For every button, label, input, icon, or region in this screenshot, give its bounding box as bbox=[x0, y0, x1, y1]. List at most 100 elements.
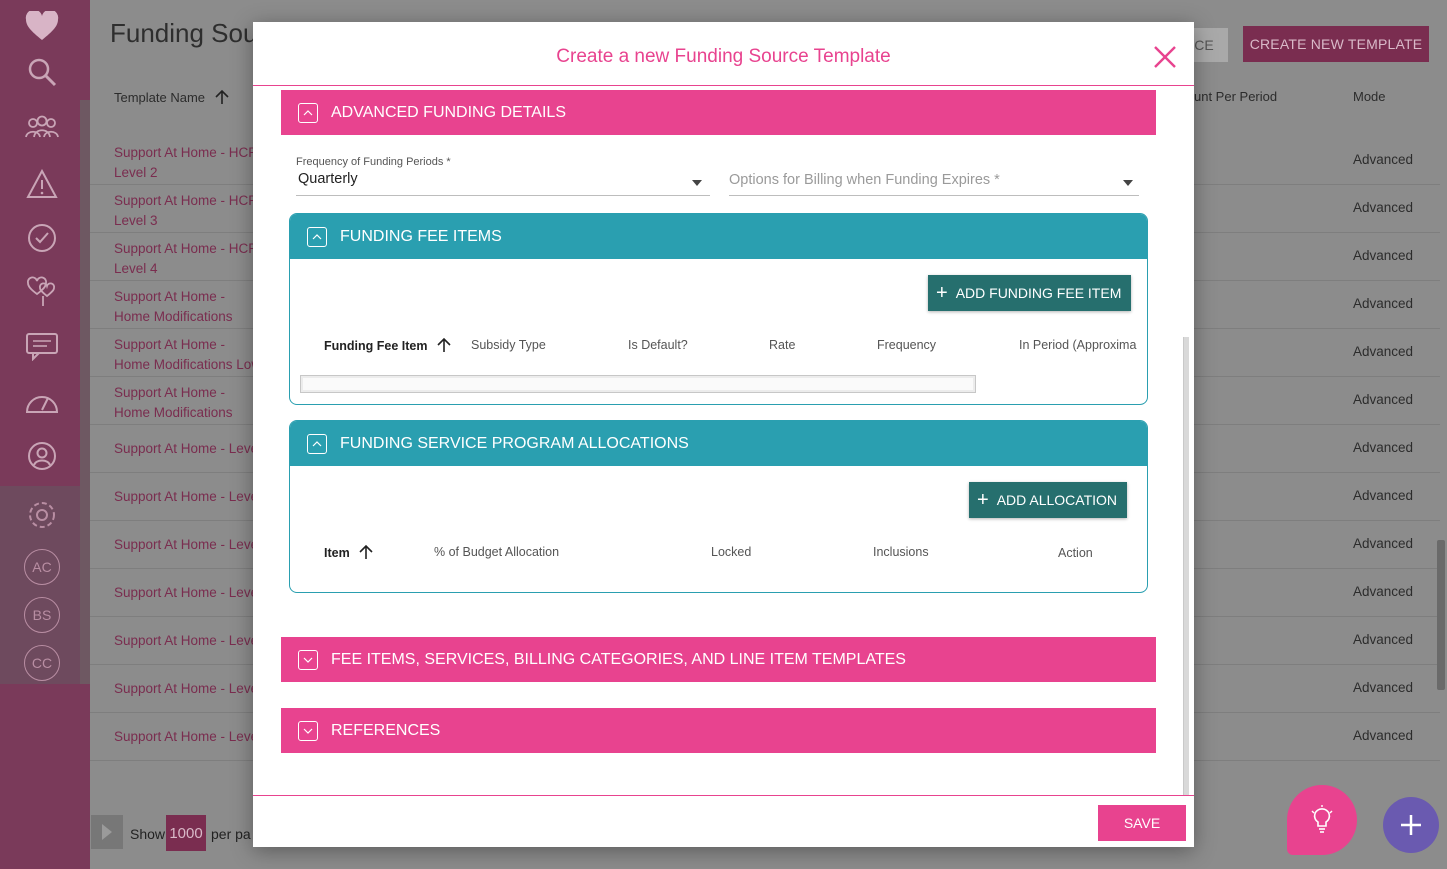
template-name-cell[interactable]: Support At Home - HCP Level 4 bbox=[114, 239, 264, 279]
column-header-funding-fee-item[interactable]: Funding Fee Item bbox=[324, 337, 451, 353]
add-allocation-button[interactable]: + ADD ALLOCATION bbox=[969, 482, 1128, 518]
column-header-item[interactable]: Item bbox=[324, 544, 373, 560]
create-funding-source-template-dialog: Create a new Funding Source Template ADV… bbox=[253, 22, 1194, 847]
add-fab-button[interactable] bbox=[1383, 797, 1439, 853]
avatar-initials: CC bbox=[31, 655, 53, 671]
dialog-scrollbar[interactable] bbox=[1183, 337, 1189, 795]
dialog-title: Create a new Funding Source Template bbox=[556, 46, 891, 67]
section-fee-items-services-billing[interactable]: FEE ITEMS, SERVICES, BILLING CATEGORIES,… bbox=[281, 637, 1156, 682]
section-title: REFERENCES bbox=[331, 721, 441, 739]
template-name-cell[interactable]: Support At Home - Leve bbox=[114, 487, 264, 507]
column-header-subsidy-type[interactable]: Subsidy Type bbox=[471, 338, 546, 352]
funding-service-program-allocations-panel: FUNDING SERVICE PROGRAM ALLOCATIONS + AD… bbox=[289, 420, 1148, 593]
dashboard-gauge-icon[interactable] bbox=[22, 382, 62, 422]
dialog-header: Create a new Funding Source Template bbox=[253, 22, 1194, 86]
chevron-up-icon bbox=[307, 433, 327, 454]
template-name-cell[interactable]: Support At Home - Leve bbox=[114, 727, 264, 747]
page-title: Funding Sour bbox=[110, 18, 267, 48]
mode-cell: Advanced bbox=[1353, 248, 1414, 263]
mode-cell: Advanced bbox=[1353, 296, 1414, 311]
column-header-inclusions[interactable]: Inclusions bbox=[873, 545, 929, 559]
section-title: ADVANCED FUNDING DETAILS bbox=[331, 103, 566, 121]
chevron-up-icon bbox=[298, 102, 318, 123]
column-header-rate[interactable]: Rate bbox=[769, 338, 795, 352]
section-references[interactable]: REFERENCES bbox=[281, 708, 1156, 753]
template-name-cell[interactable]: Support At Home - Home Modifications Med… bbox=[114, 383, 264, 423]
mode-cell: Advanced bbox=[1353, 200, 1414, 215]
field-label: Frequency of Funding Periods * bbox=[296, 156, 451, 168]
page-scrollbar[interactable] bbox=[1437, 540, 1445, 690]
template-name-cell[interactable]: Support At Home - Leve bbox=[114, 631, 264, 651]
template-name-cell[interactable]: Support At Home - Leve bbox=[114, 679, 264, 699]
settings-gear-icon[interactable] bbox=[22, 495, 62, 535]
chevron-down-icon bbox=[298, 720, 318, 741]
column-header-label: Item bbox=[324, 546, 350, 560]
column-header-amount-per-period[interactable]: unt Per Period bbox=[1194, 89, 1277, 104]
mode-cell: Advanced bbox=[1353, 488, 1414, 503]
pager-toggle-button[interactable] bbox=[91, 815, 123, 849]
section-title: FUNDING FEE ITEMS bbox=[340, 227, 502, 245]
chevron-down-icon bbox=[692, 180, 702, 186]
sort-ascending-icon bbox=[359, 544, 373, 559]
template-name-cell[interactable]: Support At Home - Leve bbox=[114, 535, 264, 555]
mode-cell: Advanced bbox=[1353, 728, 1414, 743]
billing-options-when-funding-expires-select[interactable]: Options for Billing when Funding Expires… bbox=[729, 172, 1139, 196]
column-header-mode[interactable]: Mode bbox=[1353, 89, 1386, 104]
avatar-initials: AC bbox=[32, 559, 52, 575]
close-icon[interactable] bbox=[1152, 44, 1178, 70]
table-horizontal-scrollbar[interactable] bbox=[300, 375, 976, 393]
button-label: ADD ALLOCATION bbox=[996, 492, 1118, 508]
play-icon bbox=[102, 824, 112, 840]
allocations-header[interactable]: FUNDING SERVICE PROGRAM ALLOCATIONS bbox=[290, 421, 1147, 466]
template-name-cell[interactable]: Support At Home - Home Modifications Hig… bbox=[114, 287, 264, 327]
add-funding-fee-item-button[interactable]: + ADD FUNDING FEE ITEM bbox=[928, 275, 1132, 311]
frequency-of-funding-periods-select[interactable]: Frequency of Funding Periods * Quarterly bbox=[296, 156, 710, 196]
save-button[interactable]: SAVE bbox=[1098, 805, 1186, 841]
sidebar: AC BS CC bbox=[0, 0, 90, 869]
mode-cell: Advanced bbox=[1353, 536, 1414, 551]
funding-fee-items-panel: FUNDING FEE ITEMS + ADD FUNDING FEE ITEM… bbox=[289, 213, 1148, 405]
profile-icon[interactable] bbox=[22, 436, 62, 476]
avatar-cc[interactable]: CC bbox=[24, 645, 60, 681]
sort-ascending-icon bbox=[437, 337, 451, 352]
mode-cell: Advanced bbox=[1353, 152, 1414, 167]
tips-fab-button[interactable] bbox=[1287, 785, 1357, 855]
field-value: Quarterly bbox=[298, 171, 358, 187]
column-header-budget-allocation[interactable]: % of Budget Allocation bbox=[434, 545, 559, 559]
mode-cell: Advanced bbox=[1353, 392, 1414, 407]
button-label: ADD FUNDING FEE ITEM bbox=[955, 285, 1122, 301]
create-new-template-button[interactable]: CREATE NEW TEMPLATE bbox=[1243, 26, 1429, 62]
heart-logo-icon[interactable] bbox=[22, 6, 62, 46]
template-name-cell[interactable]: Support At Home - HCP Level 3 bbox=[114, 191, 264, 231]
column-header-label: Funding Fee Item bbox=[324, 339, 428, 353]
column-header-in-period[interactable]: In Period (Approxima bbox=[1019, 338, 1136, 352]
column-header-locked[interactable]: Locked bbox=[711, 545, 751, 559]
search-icon[interactable] bbox=[22, 52, 62, 92]
avatar-ac[interactable]: AC bbox=[24, 549, 60, 585]
template-name-cell[interactable]: Support At Home - Home Modifications Low bbox=[114, 335, 264, 375]
avatar-bs[interactable]: BS bbox=[24, 597, 60, 633]
column-header-template-name[interactable]: Template Name bbox=[114, 89, 229, 105]
messages-icon[interactable] bbox=[22, 326, 62, 366]
users-icon[interactable] bbox=[22, 108, 62, 148]
template-name-cell[interactable]: Support At Home - HCP Level 2 bbox=[114, 143, 264, 183]
dialog-footer: SAVE bbox=[253, 795, 1194, 847]
section-advanced-funding-details[interactable]: ADVANCED FUNDING DETAILS bbox=[281, 90, 1156, 135]
schedule-check-icon[interactable] bbox=[22, 218, 62, 258]
chevron-down-icon bbox=[1123, 180, 1133, 186]
column-header-action[interactable]: Action bbox=[1058, 546, 1093, 560]
mode-cell: Advanced bbox=[1353, 680, 1414, 695]
column-header-frequency[interactable]: Frequency bbox=[877, 338, 936, 352]
mode-cell: Advanced bbox=[1353, 584, 1414, 599]
avatar-initials: BS bbox=[32, 607, 52, 623]
plus-icon: + bbox=[977, 489, 989, 511]
per-page-select[interactable]: 1000 bbox=[166, 815, 206, 851]
funding-fee-items-header[interactable]: FUNDING FEE ITEMS bbox=[290, 214, 1147, 259]
care-hearts-icon[interactable] bbox=[22, 272, 62, 312]
alert-icon[interactable] bbox=[22, 164, 62, 204]
template-name-cell[interactable]: Support At Home - Leve bbox=[114, 583, 264, 603]
column-header-is-default[interactable]: Is Default? bbox=[628, 338, 688, 352]
plus-icon bbox=[1401, 815, 1421, 835]
template-name-cell[interactable]: Support At Home - Leve bbox=[114, 439, 264, 459]
section-title: FEE ITEMS, SERVICES, BILLING CATEGORIES,… bbox=[331, 650, 906, 668]
